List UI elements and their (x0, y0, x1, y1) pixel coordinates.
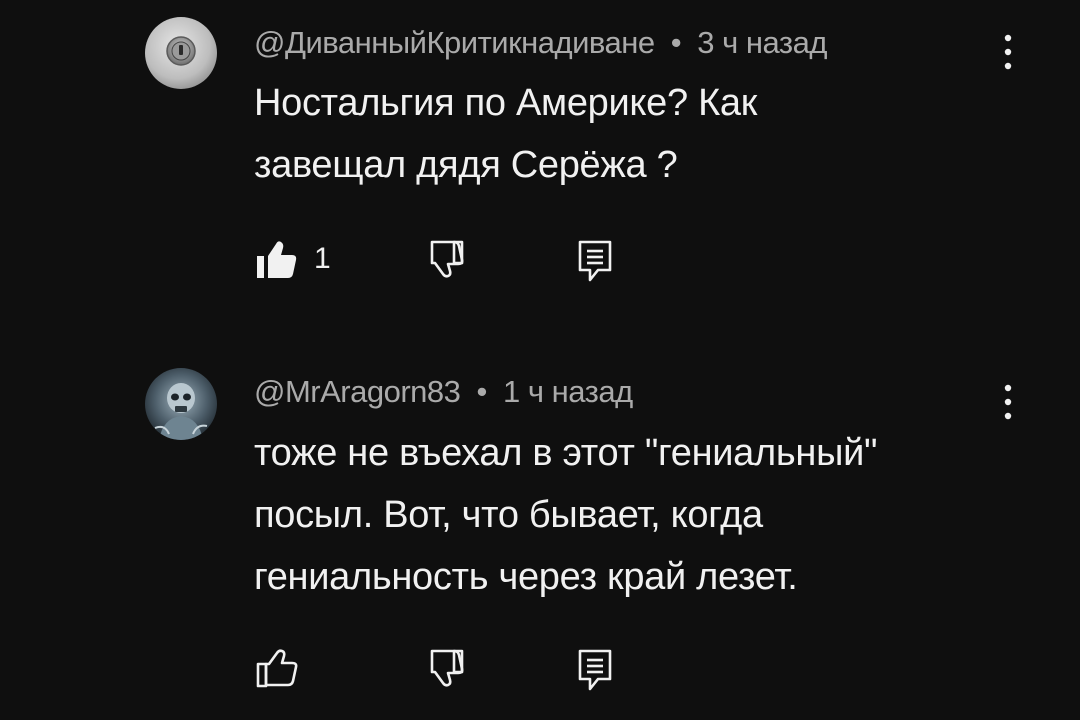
author-name[interactable]: @ДиванныйКритикнадиване (254, 25, 655, 60)
comment-text-line: посыл. Вот, что бывает, когда (254, 494, 763, 536)
comment-text: Ностальгия по Америке? Как завещал дядя … (254, 72, 974, 196)
comment-text-line: Ностальгия по Америке? Как (254, 82, 758, 124)
lock-avatar-icon (145, 17, 217, 89)
meta-separator: • (670, 25, 682, 60)
reply-icon (578, 649, 612, 691)
comment-actions (254, 645, 654, 695)
meta-separator: • (476, 374, 488, 409)
comment-actions: 1 (254, 236, 654, 286)
comment-menu-button[interactable] (993, 380, 1023, 424)
reply-button[interactable] (576, 238, 616, 284)
like-button[interactable] (254, 645, 300, 691)
dislike-button[interactable] (420, 645, 466, 691)
comment-text: тоже не въехал в этот "гениальный" посыл… (254, 422, 974, 608)
comment-time[interactable]: 1 ч назад (503, 374, 633, 409)
author-name[interactable]: @MrAragorn83 (254, 374, 461, 409)
comment: @ДиванныйКритикнадиване • 3 ч назад Ност… (0, 0, 1080, 330)
comment-time[interactable]: 3 ч назад (697, 25, 827, 60)
thumb-up-icon (257, 241, 297, 278)
comment-text-line: тоже не въехал в этот "гениальный" (254, 432, 878, 474)
comment-meta: @MrAragorn83 • 1 ч назад (254, 374, 633, 410)
like-count: 1 (314, 242, 331, 275)
avatar[interactable] (145, 17, 217, 89)
thumb-down-icon (430, 649, 464, 687)
reply-button[interactable] (576, 647, 616, 693)
skull-avatar-icon (145, 368, 217, 440)
reply-icon (578, 240, 612, 282)
comment-text-line: гениальность через край лезет. (254, 556, 798, 598)
thumb-up-icon (256, 649, 298, 688)
comment: @MrAragorn83 • 1 ч назад тоже не въехал … (0, 350, 1080, 720)
more-vert-icon (1004, 34, 1012, 70)
thumb-down-icon (430, 240, 464, 278)
like-button[interactable] (254, 236, 300, 282)
dislike-button[interactable] (420, 236, 466, 282)
comment-meta: @ДиванныйКритикнадиване • 3 ч назад (254, 25, 827, 61)
more-vert-icon (1004, 384, 1012, 420)
comment-text-line: завещал дядя Серёжа ? (254, 144, 678, 186)
avatar[interactable] (145, 368, 217, 440)
comment-menu-button[interactable] (993, 30, 1023, 74)
